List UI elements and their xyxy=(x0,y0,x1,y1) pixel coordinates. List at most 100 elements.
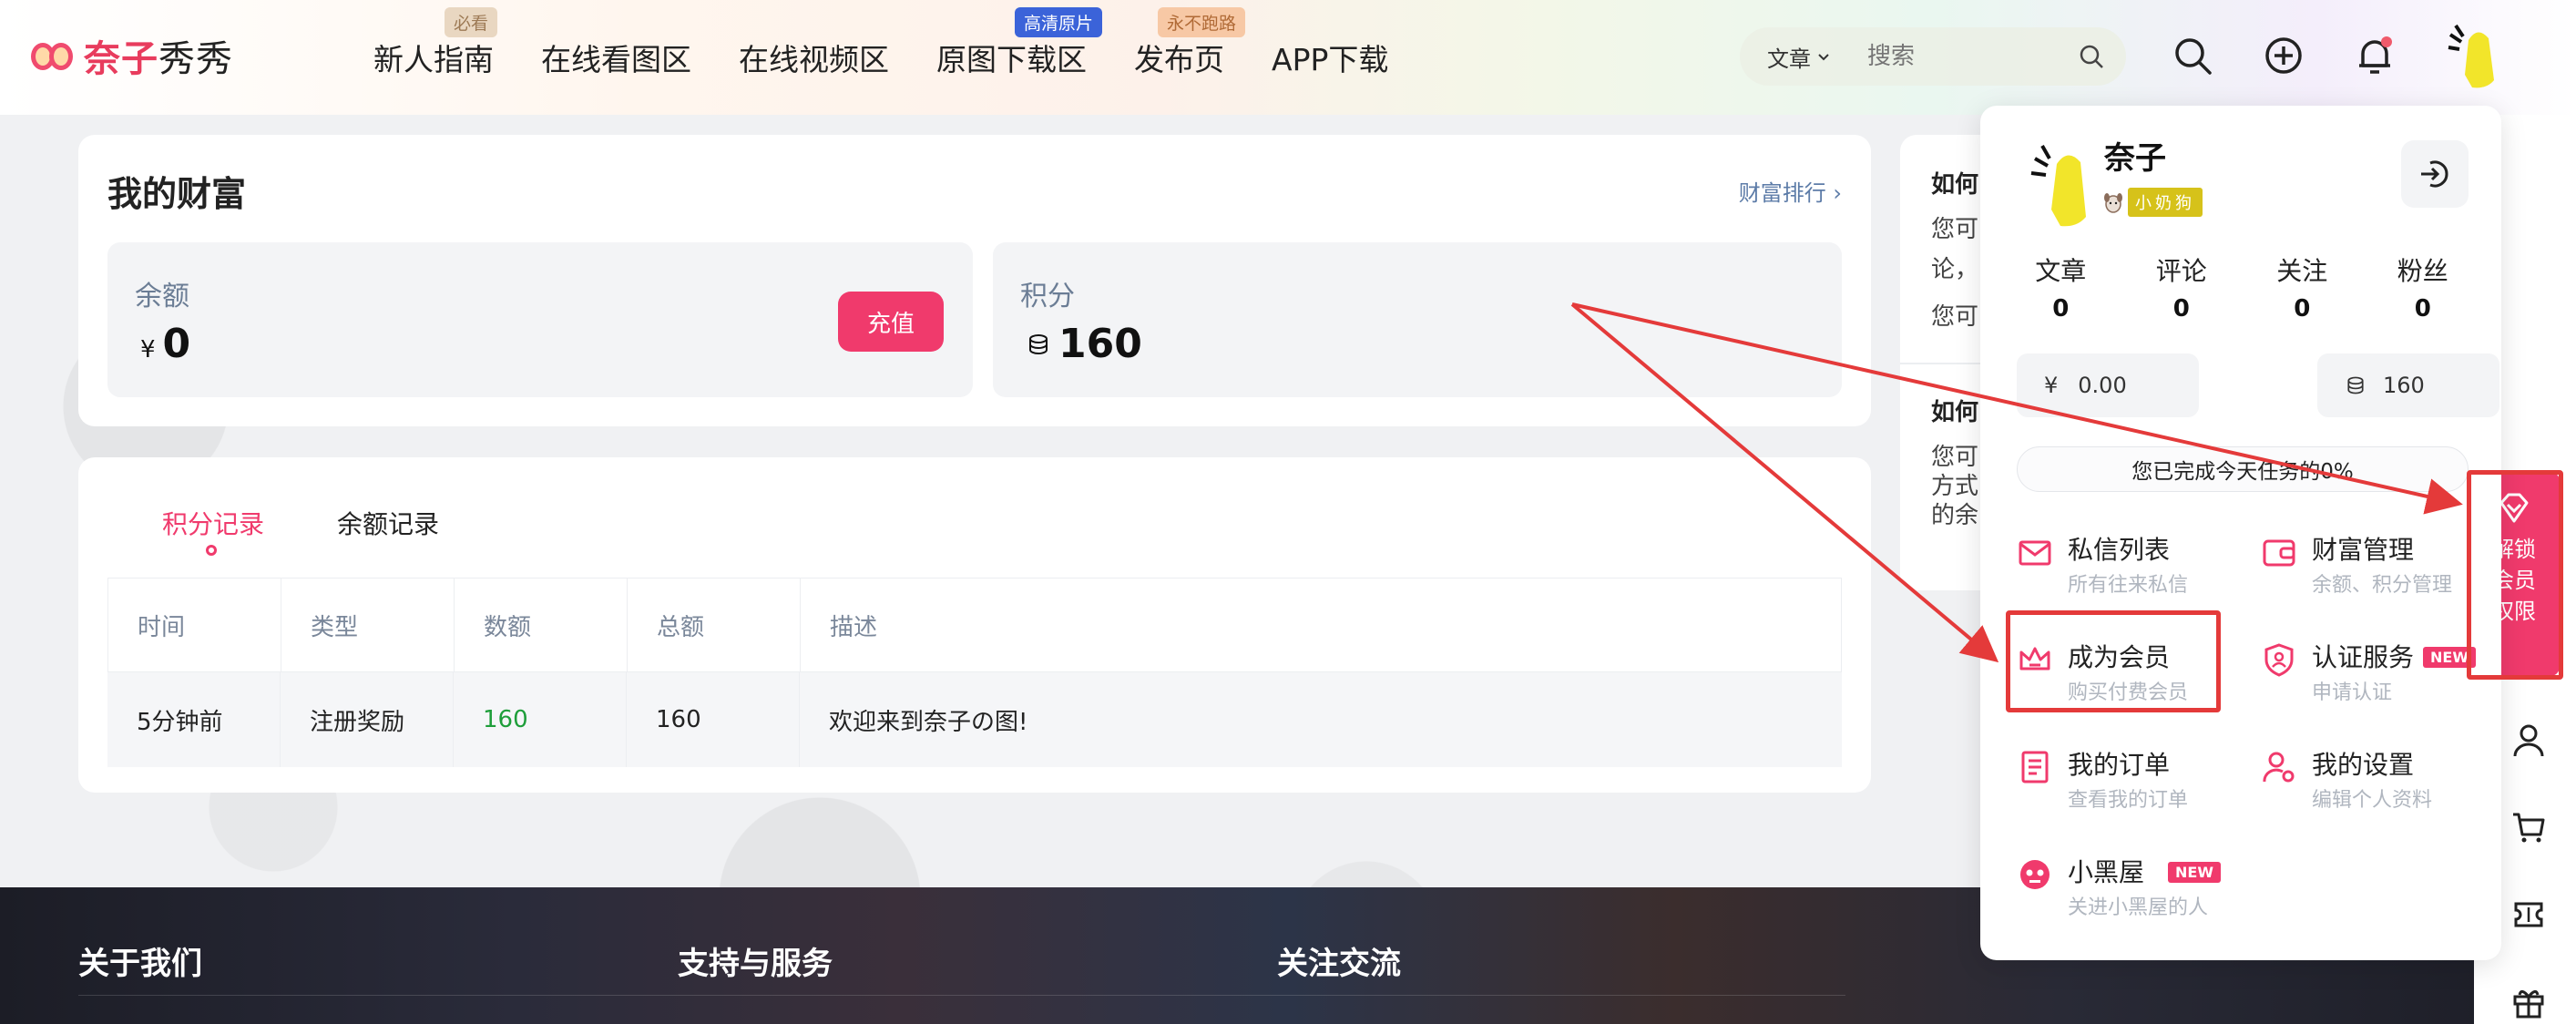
nav-item-label: 在线看图区 xyxy=(541,42,691,77)
nav-item-label: 原图下载区 xyxy=(936,42,1087,77)
search-bar: 文章 xyxy=(1740,27,2126,86)
stat-label: 文章 xyxy=(2035,256,2087,286)
stat-fans[interactable]: 粉丝 0 xyxy=(2363,251,2484,323)
nav-item-guide[interactable]: 必看 新人指南 xyxy=(350,0,517,115)
menu-item-title-text: 认证服务 xyxy=(2312,642,2415,672)
nav-badge-forever: 永不跑路 xyxy=(1158,7,1246,37)
site-logo[interactable]: 奈子秀秀 xyxy=(31,33,233,80)
column-header: 类型 xyxy=(281,579,455,671)
nav-item-app[interactable]: APP下载 xyxy=(1248,0,1412,115)
search-icon[interactable] xyxy=(2079,44,2104,69)
document-icon xyxy=(2021,751,2049,783)
stat-label: 评论 xyxy=(2155,256,2207,286)
points-value: 160 xyxy=(1058,321,1142,367)
search-category-select[interactable]: 文章 xyxy=(1740,41,1867,73)
nav-item-download[interactable]: 高清原片 原图下载区 xyxy=(913,0,1110,115)
menu-item-blacklist[interactable]: 小黑屋 NEW 关进小黑屋的人 xyxy=(2017,853,2254,926)
nav-item-publish[interactable]: 永不跑路 发布页 xyxy=(1110,0,1248,115)
stat-value: 0 xyxy=(2172,295,2190,323)
user-settings-icon xyxy=(2263,752,2295,783)
points-box: 积分 160 xyxy=(993,242,1842,397)
balance-value: 0 xyxy=(162,321,191,367)
help-title: 如何 xyxy=(1931,399,1979,426)
user-icon[interactable] xyxy=(2510,722,2547,758)
wallet-icon xyxy=(2263,539,2295,567)
menu-item-subtitle: 所有往来私信 xyxy=(2068,574,2189,597)
cell-description: 欢迎来到奈子の图! xyxy=(829,708,1028,736)
cart-icon[interactable] xyxy=(2510,809,2547,845)
new-badge: NEW xyxy=(2168,862,2221,883)
stat-label: 粉丝 xyxy=(2397,256,2448,286)
search-icon[interactable] xyxy=(2172,35,2213,77)
balance-value: 0.00 xyxy=(2078,373,2127,398)
menu-item-subtitle: 查看我的订单 xyxy=(2068,789,2189,812)
search-input[interactable] xyxy=(1867,43,2068,70)
menu-item-settings[interactable]: 我的设置 编辑个人资料 xyxy=(2261,745,2498,818)
user-name: 奈子 xyxy=(2104,140,2166,177)
help-title: 如何 xyxy=(1931,171,1979,199)
menu-item-title: 小黑屋 NEW xyxy=(2068,853,2221,889)
logo-text: 奈子 xyxy=(84,38,158,80)
column-header: 描述 xyxy=(830,613,878,641)
avatar[interactable] xyxy=(2441,20,2505,91)
menu-item-title: 认证服务 NEW xyxy=(2312,638,2476,674)
daily-task-progress[interactable]: 您已完成今天任务的0% xyxy=(2017,446,2469,492)
stat-value: 0 xyxy=(2294,295,2311,323)
help-text: 论， xyxy=(1931,256,1979,283)
notification-dot xyxy=(2381,36,2392,47)
ticket-icon[interactable] xyxy=(2510,896,2547,933)
tab-points-records[interactable]: 积分记录 xyxy=(162,505,264,541)
coins-icon xyxy=(1029,334,1048,354)
points-value: 160 xyxy=(2383,373,2425,398)
nav-badge-must-see: 必看 xyxy=(445,7,498,37)
cell-type: 注册奖励 xyxy=(281,672,454,767)
records-table: 时间 类型 数额 总额 描述 5分钟前 注册奖励 160 160 欢迎来到奈子の… xyxy=(107,578,1842,767)
wealth-card: 我的财富 财富排行 › 余额 ¥0 充值 积分 160 xyxy=(78,135,1871,426)
menu-item-messages[interactable]: 私信列表 所有往来私信 xyxy=(2017,530,2254,603)
add-icon[interactable] xyxy=(2263,35,2305,77)
gift-icon[interactable] xyxy=(2510,984,2547,1020)
stat-value: 0 xyxy=(2052,295,2070,323)
shield-icon xyxy=(2264,643,2294,677)
help-text: 您可 xyxy=(1931,303,1979,331)
top-header: 奈子秀秀 必看 新人指南 在线看图区 在线视频区 高清原片 原图下载区 永不跑路… xyxy=(0,0,2576,115)
user-stats: 文章 0 评论 0 关注 0 粉丝 0 xyxy=(2000,251,2483,323)
puppy-icon xyxy=(2104,193,2122,213)
stat-comments[interactable]: 评论 0 xyxy=(2121,251,2243,323)
menu-item-orders[interactable]: 我的订单 查看我的订单 xyxy=(2017,745,2254,818)
balance-box: 余额 ¥0 充值 xyxy=(107,242,973,397)
nav-item-online-video[interactable]: 在线视频区 xyxy=(715,0,913,115)
footer-follow-title: 关注交流 xyxy=(1277,946,1401,982)
nav-item-label: 新人指南 xyxy=(373,42,494,77)
recharge-button[interactable]: 充值 xyxy=(838,292,944,352)
wealth-rank-link[interactable]: 财富排行 › xyxy=(1739,175,1842,207)
column-header: 数额 xyxy=(455,579,628,671)
menu-item-title: 我的订单 xyxy=(2068,750,2171,780)
user-level-badge: 小奶狗 xyxy=(2102,188,2203,217)
balance-label: 余额 xyxy=(135,281,189,312)
footer-divider xyxy=(78,995,1845,996)
records-card: 积分记录 余额记录 时间 类型 数额 总额 描述 5分钟前 注册奖励 160 1… xyxy=(78,457,1871,793)
table-row: 5分钟前 注册奖励 160 160 欢迎来到奈子の图! xyxy=(107,672,1842,767)
logout-button[interactable] xyxy=(2401,140,2469,208)
menu-item-verification[interactable]: 认证服务 NEW 申请认证 xyxy=(2261,638,2498,711)
user-dropdown-menu: 奈子 小奶狗 文章 0 评论 0 关注 0 粉丝 0 ¥0.00 160 您已完成今天任… xyxy=(1980,106,2501,960)
tab-balance-records[interactable]: 余额记录 xyxy=(337,505,439,541)
highlight-box-membership xyxy=(2006,610,2221,712)
logo-text-secondary: 秀秀 xyxy=(158,38,233,80)
stat-articles[interactable]: 文章 0 xyxy=(2000,251,2121,323)
menu-item-wealth[interactable]: 财富管理 余额、积分管理 xyxy=(2261,530,2498,603)
logout-icon xyxy=(2421,160,2448,188)
balance-chip[interactable]: ¥0.00 xyxy=(2017,353,2199,417)
menu-item-subtitle: 申请认证 xyxy=(2312,681,2393,704)
nav-item-label: 在线视频区 xyxy=(739,42,889,77)
table-header: 时间 类型 数额 总额 描述 xyxy=(107,578,1842,672)
nav-item-online-gallery[interactable]: 在线看图区 xyxy=(517,0,715,115)
column-header: 总额 xyxy=(628,579,801,671)
nav-item-label: 发布页 xyxy=(1134,42,1224,77)
mail-icon xyxy=(2019,540,2051,566)
wealth-rank-label: 财富排行 xyxy=(1738,180,1826,206)
stat-following[interactable]: 关注 0 xyxy=(2242,251,2363,323)
points-chip[interactable]: 160 xyxy=(2317,353,2499,417)
menu-item-subtitle: 编辑个人资料 xyxy=(2312,789,2433,812)
